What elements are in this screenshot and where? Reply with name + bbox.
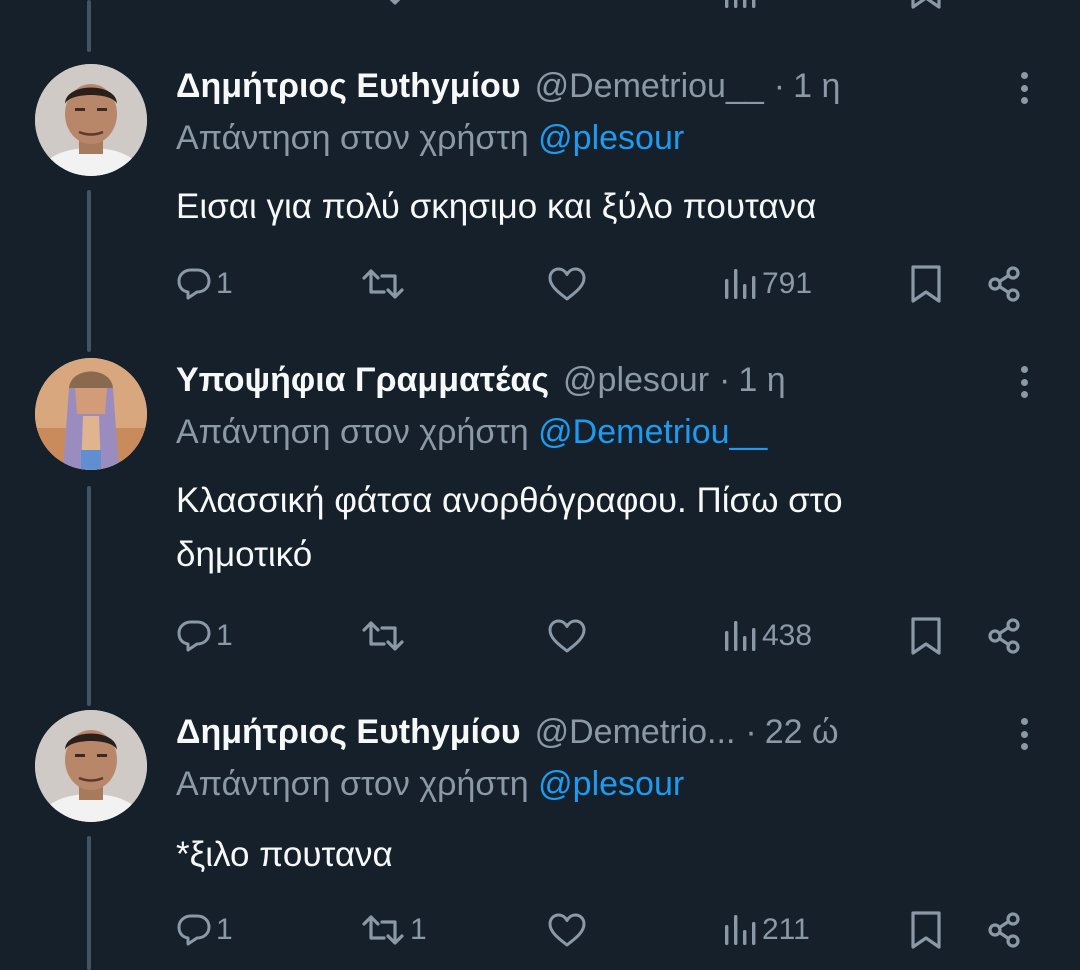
tweet-2[interactable]: Υποψήφια Γραμματέας @plesour · 1 η Απάντ…: [0, 358, 1080, 678]
views-button[interactable]: 791: [724, 264, 812, 304]
tweet-text: *ξιλο πουτανα: [176, 828, 1016, 882]
heart-icon: [548, 913, 586, 947]
reply-mention[interactable]: @plesour: [538, 765, 684, 803]
retweet-icon: [362, 915, 404, 945]
tweet-text-line: δημοτικό: [176, 535, 313, 574]
like-button[interactable]: [547, 616, 587, 656]
avatar[interactable]: [35, 358, 147, 470]
share-icon: [988, 266, 1020, 302]
retweet-icon[interactable]: [360, 0, 406, 15]
retweet-button[interactable]: [360, 264, 410, 304]
share-button[interactable]: [986, 910, 1022, 950]
reply-count: 1: [216, 913, 233, 946]
retweet-icon: [362, 621, 404, 651]
separator-dot: ·: [773, 67, 786, 105]
retweet-button[interactable]: [360, 616, 410, 656]
views-count: 438: [762, 619, 813, 652]
bookmark-button[interactable]: [910, 616, 942, 656]
previous-tweet-actions: [0, 0, 1080, 10]
share-icon: [988, 912, 1020, 948]
retweet-button[interactable]: 1: [360, 910, 427, 950]
reply-count: 1: [216, 267, 233, 300]
tweet-text: Εισαι για πολύ σκησιμο και ξύλο πουτανα: [176, 180, 1016, 234]
reply-button[interactable]: 1: [176, 264, 233, 304]
tweet-header: Υποψήφια Γραμματέας @plesour · 1 η: [176, 358, 960, 402]
heart-icon: [548, 619, 586, 653]
avatar[interactable]: [35, 710, 147, 822]
reply-prefix: Απάντηση στον χρήστη: [176, 765, 539, 803]
reply-icon: [177, 268, 211, 300]
author-handle[interactable]: @plesour: [563, 358, 709, 402]
views-count: 211: [762, 913, 810, 946]
reply-context: Απάντηση στον χρήστη @Demetriou__: [176, 410, 767, 454]
tweet-text-line: Εισαι για πολύ σκησιμο και ξύλο πουτανα: [176, 187, 817, 226]
views-count: 791: [762, 267, 813, 300]
reply-button[interactable]: 1: [176, 616, 233, 656]
views-icon: [725, 915, 756, 945]
bookmark-icon: [911, 617, 941, 655]
reply-context: Απάντηση στον χρήστη @plesour: [176, 116, 684, 160]
tweet-text: Κλασσική φάτσα ανορθόγραφου. Πίσω στο δη…: [176, 474, 1016, 582]
more-dots-icon[interactable]: [1010, 362, 1038, 402]
reply-prefix: Απάντηση στον χρήστη: [176, 413, 539, 451]
tweet-header: Δημήτριος Ευthyμίου @Demetrio... · 22 ώ: [176, 710, 960, 754]
reply-icon: [177, 620, 211, 652]
reply-mention[interactable]: @Demetriou__: [538, 413, 767, 451]
share-button[interactable]: [986, 264, 1022, 304]
timestamp[interactable]: 1 η: [738, 358, 785, 402]
tweet-text-line: *ξιλο πουτανα: [176, 835, 393, 874]
like-button[interactable]: [547, 910, 587, 950]
share-button[interactable]: [986, 616, 1022, 656]
like-button[interactable]: [547, 264, 587, 304]
bookmark-icon: [911, 911, 941, 949]
tweet-text-line: Κλασσική φάτσα ανορθόγραφου. Πίσω στο: [176, 481, 843, 520]
bookmark-icon: [911, 265, 941, 303]
retweet-count: 1: [410, 913, 427, 946]
more-dots-icon[interactable]: [1010, 68, 1038, 108]
tweet-actions: 1 791: [0, 264, 1080, 304]
views-icon: [725, 621, 756, 651]
author-name[interactable]: Δημήτριος Ευthyμίου: [176, 710, 521, 754]
views-button[interactable]: 438: [724, 616, 812, 656]
reply-mention[interactable]: @plesour: [538, 119, 684, 157]
views-icon: [725, 269, 756, 299]
thread-page: Δημήτριος Ευthyμίου @Demetriou__ · 1 η Α…: [0, 0, 1080, 970]
timestamp[interactable]: 22 ώ: [765, 710, 839, 754]
separator-dot: ·: [745, 713, 757, 751]
more-dots-icon[interactable]: [1010, 714, 1038, 754]
reply-prefix: Απάντηση στον χρήστη: [176, 119, 539, 157]
author-name[interactable]: Υποψήφια Γραμματέας: [176, 358, 549, 402]
timestamp[interactable]: 1 η: [793, 64, 840, 108]
author-handle[interactable]: @Demetrio...: [535, 710, 736, 754]
avatar[interactable]: [35, 64, 147, 176]
author-handle[interactable]: @Demetriou__: [535, 64, 764, 108]
tweet-actions: 1 1 211: [0, 910, 1080, 950]
bookmark-button[interactable]: [910, 910, 942, 950]
bookmark-icon[interactable]: [910, 0, 942, 15]
author-name[interactable]: Δημήτριος Ευthyμίου: [176, 64, 521, 108]
tweet-3[interactable]: Δημήτριος Ευthyμίου @Demetrio... · 22 ώ …: [0, 710, 1080, 970]
views-button[interactable]: 211: [724, 910, 810, 950]
heart-icon: [548, 267, 586, 301]
separator-dot: ·: [719, 361, 731, 399]
reply-context: Απάντηση στον χρήστη @plesour: [176, 762, 684, 806]
tweet-actions: 1 438: [0, 616, 1080, 656]
share-icon: [988, 618, 1020, 654]
bookmark-button[interactable]: [910, 264, 942, 304]
reply-icon: [177, 914, 211, 946]
tweet-header: Δημήτριος Ευthyμίου @Demetriou__ · 1 η: [176, 64, 960, 108]
views-icon[interactable]: [724, 0, 758, 15]
tweet-1[interactable]: Δημήτριος Ευthyμίου @Demetriou__ · 1 η Α…: [0, 64, 1080, 326]
reply-count: 1: [216, 619, 233, 652]
retweet-icon: [362, 269, 404, 299]
reply-button[interactable]: 1: [176, 910, 233, 950]
